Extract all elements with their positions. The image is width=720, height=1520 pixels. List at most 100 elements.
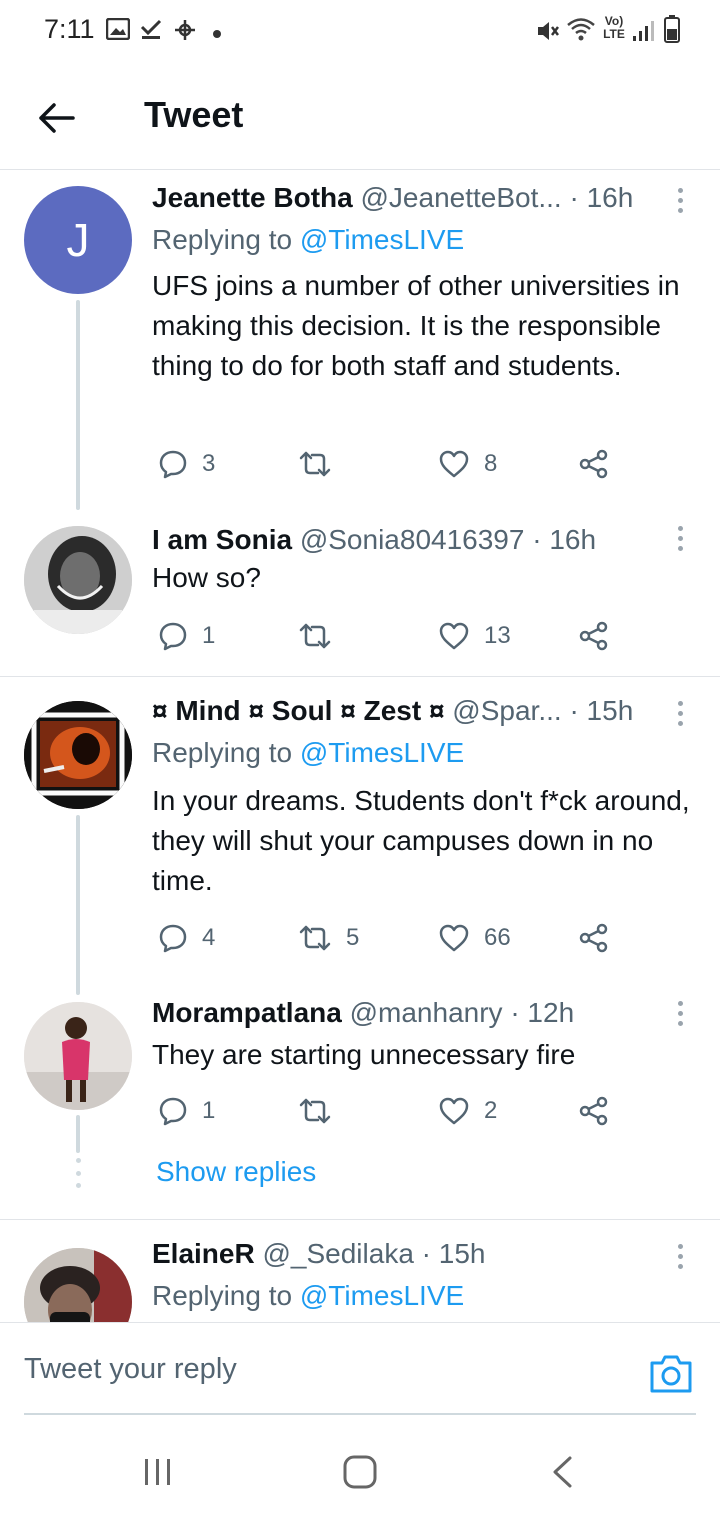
retweet-button[interactable]	[298, 1091, 346, 1131]
show-replies-link[interactable]: Show replies	[156, 1156, 316, 1188]
heart-icon	[439, 1097, 469, 1125]
tweet-header: I am Sonia @Sonia80416397 · 16h	[152, 524, 596, 556]
tweet-time: · 16h	[569, 182, 634, 213]
reply-tweet[interactable]: Morampatlana @manhanry · 12h They are st…	[0, 987, 720, 1153]
avatar[interactable]	[24, 701, 132, 809]
reply-tweet[interactable]: ElaineR @_Sedilaka · 15h Replying to @Ti…	[0, 1220, 720, 1322]
reply-button[interactable]: 4	[158, 918, 215, 958]
retweet-icon	[299, 451, 331, 477]
more-options-button[interactable]	[670, 993, 690, 1033]
author-handle[interactable]: @JeanetteBot...	[361, 182, 562, 213]
avatar[interactable]	[24, 526, 132, 634]
like-count: 66	[484, 924, 511, 951]
avatar[interactable]: J	[24, 186, 132, 294]
author-name[interactable]: ElaineR	[152, 1238, 255, 1269]
reply-button[interactable]: 1	[158, 616, 215, 656]
share-icon	[579, 621, 608, 651]
like-count: 13	[484, 622, 511, 649]
reply-composer: Tweet your reply	[0, 1322, 720, 1420]
tweet-text: In your dreams. Students don't f*ck arou…	[152, 785, 690, 896]
back-nav-button[interactable]	[532, 1450, 592, 1494]
share-icon	[579, 449, 608, 479]
tweet-time: · 16h	[532, 524, 597, 555]
reply-tweet[interactable]: I am Sonia @Sonia80416397 · 16h How so? …	[0, 506, 720, 676]
author-name[interactable]: Jeanette Botha	[152, 182, 353, 213]
reply-button[interactable]: 3	[158, 444, 215, 484]
share-button[interactable]	[578, 444, 610, 484]
share-button[interactable]	[578, 616, 610, 656]
top-app-bar: Tweet	[0, 60, 720, 170]
comment-icon	[159, 450, 187, 479]
more-replies-dots	[74, 1158, 82, 1188]
retweet-button[interactable]	[298, 444, 346, 484]
like-button[interactable]: 13	[438, 616, 511, 656]
share-icon	[579, 923, 608, 953]
author-handle[interactable]: @manhanry	[350, 997, 503, 1028]
home-button[interactable]	[330, 1450, 390, 1494]
author-name[interactable]: Morampatlana	[152, 997, 342, 1028]
thread-line	[76, 815, 80, 995]
like-button[interactable]: 8	[438, 444, 497, 484]
like-count: 8	[484, 450, 498, 477]
avatar[interactable]	[24, 1002, 132, 1110]
heart-icon	[439, 450, 469, 478]
chevron-left-icon	[553, 1456, 572, 1488]
camera-button[interactable]	[648, 1353, 694, 1395]
heart-icon	[439, 924, 469, 952]
share-button[interactable]	[578, 918, 610, 958]
tweet-header: ElaineR @_Sedilaka · 15h	[152, 1238, 486, 1270]
comment-icon	[159, 622, 187, 651]
recent-apps-button[interactable]	[128, 1450, 188, 1494]
more-options-button[interactable]	[670, 518, 690, 558]
avatar-photo	[24, 526, 132, 634]
more-options-button[interactable]	[670, 1236, 690, 1276]
arrow-left-icon	[39, 103, 75, 133]
reply-tweet[interactable]: ¤ Mind ¤ Soul ¤ Zest ¤ @Spar... · 15h Re…	[0, 677, 720, 995]
mention-link[interactable]: @TimesLIVE	[300, 224, 464, 255]
back-button[interactable]	[28, 90, 84, 146]
reply-count: 1	[202, 1097, 216, 1124]
like-count: 2	[484, 1097, 498, 1124]
wifi-icon	[566, 16, 596, 47]
retweet-button[interactable]: 5	[298, 918, 359, 958]
retweet-count: 5	[346, 924, 360, 951]
thread-line	[76, 1115, 80, 1153]
tweet-time: · 12h	[510, 997, 575, 1028]
tweet-text: They are starting unnecessary fire	[152, 1039, 576, 1070]
avatar-photo	[24, 1248, 132, 1322]
reply-count: 4	[202, 924, 216, 951]
retweet-icon	[299, 623, 331, 649]
author-handle[interactable]: @Spar...	[452, 695, 561, 726]
gallery-icon	[105, 17, 131, 45]
author-name[interactable]: ¤ Mind ¤ Soul ¤ Zest ¤	[152, 695, 445, 726]
mention-link[interactable]: @TimesLIVE	[300, 1280, 464, 1311]
reply-button[interactable]: 1	[158, 1091, 215, 1131]
more-options-button[interactable]	[670, 180, 690, 220]
system-nav-bar	[0, 1420, 720, 1520]
author-name[interactable]: I am Sonia	[152, 524, 292, 555]
avatar[interactable]	[24, 1248, 132, 1322]
reply-tweet[interactable]: J Jeanette Botha @JeanetteBot... · 16h R…	[0, 170, 720, 510]
volte-icon: Vo) LTE	[603, 14, 625, 41]
author-handle[interactable]: @Sonia80416397	[300, 524, 525, 555]
reply-count: 1	[202, 622, 216, 649]
avatar-photo	[24, 1002, 132, 1110]
dot-icon	[212, 26, 222, 44]
like-button[interactable]: 66	[438, 918, 511, 958]
status-time: 7:11	[44, 14, 95, 44]
more-options-button[interactable]	[670, 693, 690, 733]
reply-divider	[24, 1413, 696, 1415]
reply-input[interactable]: Tweet your reply	[24, 1353, 237, 1386]
tweet-time: · 15h	[421, 1238, 486, 1269]
tweet-actions: 1 13	[152, 616, 622, 656]
download-done-icon	[140, 18, 162, 45]
mute-icon	[536, 20, 560, 47]
like-button[interactable]: 2	[438, 1091, 497, 1131]
app-notification-icon	[172, 18, 198, 47]
mention-link[interactable]: @TimesLIVE	[300, 737, 464, 768]
share-button[interactable]	[578, 1091, 610, 1131]
tweet-header: Jeanette Botha @JeanetteBot... · 16h	[152, 182, 633, 214]
retweet-button[interactable]	[298, 616, 346, 656]
author-handle[interactable]: @_Sedilaka	[262, 1238, 413, 1269]
home-icon	[343, 1455, 377, 1489]
